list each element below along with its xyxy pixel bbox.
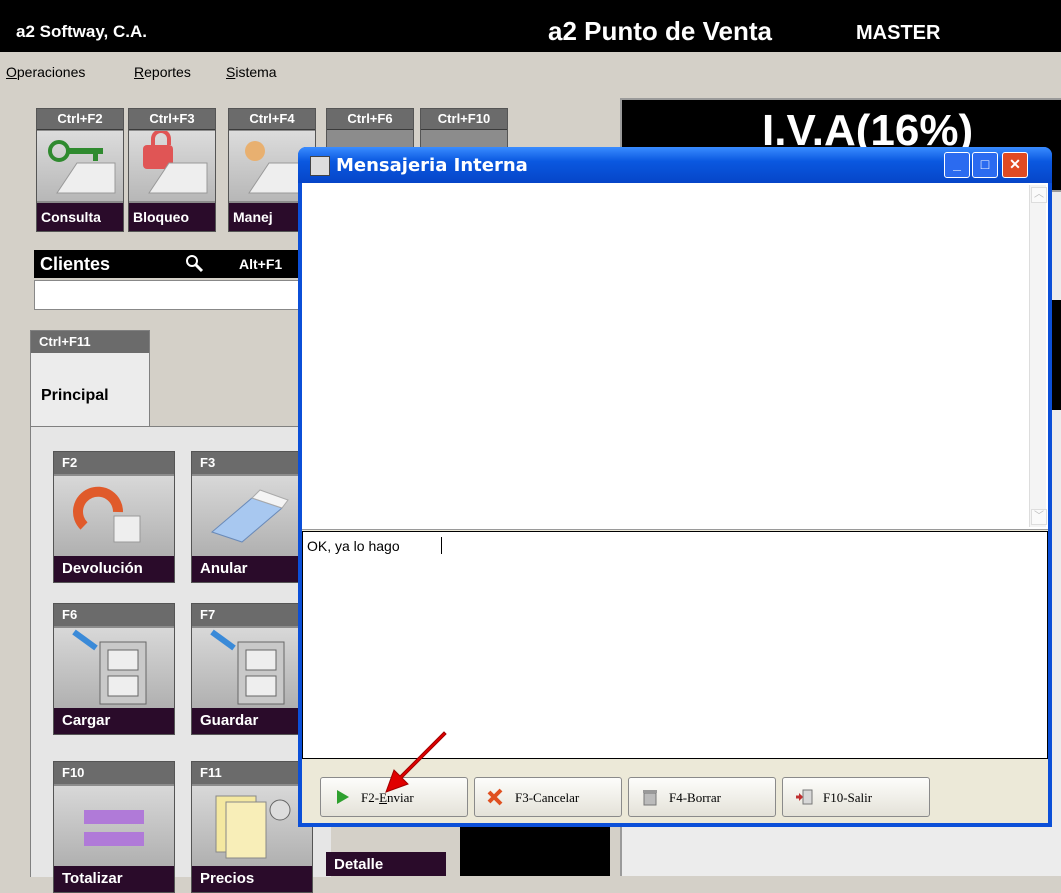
menu-sistema[interactable]: Sistema xyxy=(226,64,277,80)
menu-operaciones-label: peraciones xyxy=(16,64,86,80)
toolbar-consulta-button[interactable]: Ctrl+F2 Consulta xyxy=(36,108,124,232)
toolbar-label: Bloqueo xyxy=(129,203,215,231)
key-icon xyxy=(37,131,123,201)
message-input[interactable]: OK, ya lo hago xyxy=(302,531,1048,759)
menu-reportes[interactable]: Reportes xyxy=(134,64,191,80)
cancelar-button[interactable]: F3-Cancelar xyxy=(474,777,622,817)
text-cursor xyxy=(441,537,442,554)
equals-icon xyxy=(54,786,174,866)
dialog-title-bar[interactable]: Mensajeria Interna _ □ ✕ xyxy=(298,147,1052,183)
devolucion-button[interactable]: F2 Devolución xyxy=(53,451,175,583)
eraser-icon xyxy=(192,476,312,556)
shortcut-key: Ctrl+F6 xyxy=(327,109,413,130)
detalle-button[interactable]: Detalle xyxy=(326,852,446,876)
close-icon[interactable]: ✕ xyxy=(1002,152,1028,178)
tab-label: Principal xyxy=(41,387,109,404)
cargar-button[interactable]: F6 Cargar xyxy=(53,603,175,735)
shortcut-key: Ctrl+F4 xyxy=(229,109,315,130)
salir-button[interactable]: F10-Salir xyxy=(782,777,930,817)
mensajeria-dialog: Mensajeria Interna _ □ ✕ ︿ ﹀ OK, ya lo h… xyxy=(298,147,1052,827)
search-icon[interactable] xyxy=(184,253,204,273)
minimize-icon[interactable]: _ xyxy=(944,152,970,178)
shortcut-key: F11 xyxy=(192,762,312,784)
trash-icon xyxy=(643,790,657,806)
message-input-text: OK, ya lo hago xyxy=(307,538,400,554)
company-name: a2 Softway, C.A. xyxy=(16,22,147,41)
clientes-header: Clientes Alt+F1 xyxy=(34,250,304,278)
borrar-button[interactable]: F4-Borrar xyxy=(628,777,776,817)
clientes-label: Clientes xyxy=(40,254,111,274)
function-panel: F2 Devolución F3 Anular F6 Cargar F7 Gua… xyxy=(30,426,331,893)
toolbar-bloqueo-button[interactable]: Ctrl+F3 Bloqueo xyxy=(128,108,216,232)
menu-reportes-label: eportes xyxy=(144,64,191,80)
function-label: Cargar xyxy=(54,708,174,734)
guardar-button[interactable]: F7 Guardar xyxy=(191,603,313,735)
message-history[interactable] xyxy=(302,183,1048,530)
tab-principal[interactable]: Ctrl+F11 Principal xyxy=(30,330,150,427)
precios-button[interactable]: F11 Precios xyxy=(191,761,313,893)
exit-icon xyxy=(796,789,813,805)
play-icon xyxy=(337,790,349,804)
menu-bar: Operaciones Reportes Sistema xyxy=(0,60,1061,88)
scroll-down-icon[interactable]: ﹀ xyxy=(1031,509,1047,525)
cabinet-load-icon xyxy=(54,628,174,708)
function-label: Precios xyxy=(192,866,312,892)
clientes-input[interactable] xyxy=(34,280,302,310)
menu-operaciones[interactable]: Operaciones xyxy=(6,64,85,80)
shortcut-key: Ctrl+F2 xyxy=(37,109,123,130)
menu-sistema-label: istema xyxy=(235,64,277,80)
message-scrollbar[interactable]: ︿ ﹀ xyxy=(1029,185,1047,527)
cancelar-label: F3-Cancelar xyxy=(515,790,580,805)
shortcut-key: F2 xyxy=(54,452,174,474)
logo xyxy=(460,820,610,876)
function-label: Anular xyxy=(192,556,312,582)
shortcut-key: Ctrl+F10 xyxy=(421,109,507,130)
lock-icon xyxy=(129,129,215,201)
function-label: Detalle xyxy=(334,856,384,873)
maximize-icon[interactable]: □ xyxy=(972,152,998,178)
cabinet-save-icon xyxy=(192,628,312,708)
return-icon xyxy=(54,476,174,556)
annotation-arrow xyxy=(385,731,447,793)
app-user: MASTER xyxy=(856,22,941,44)
clientes-shortcut: Alt+F1 xyxy=(239,256,283,272)
shortcut-key: F10 xyxy=(54,762,174,784)
shortcut-key: F7 xyxy=(192,604,312,626)
toolbar-label: Consulta xyxy=(37,203,123,231)
shortcut-key: Ctrl+F3 xyxy=(129,109,215,130)
price-list-icon xyxy=(192,786,312,866)
salir-label: F10-Salir xyxy=(823,790,873,805)
function-label: Totalizar xyxy=(54,866,174,892)
app-icon xyxy=(310,156,330,176)
tab-shortcut: Ctrl+F11 xyxy=(31,331,149,353)
shortcut-key: F3 xyxy=(192,452,312,474)
app-title: a2 Punto de Venta xyxy=(548,16,772,46)
shortcut-key: F6 xyxy=(54,604,174,626)
dialog-title: Mensajeria Interna xyxy=(336,155,528,176)
borrar-label: F4-Borrar xyxy=(669,790,721,805)
function-label: Guardar xyxy=(192,708,312,734)
anular-button[interactable]: F3 Anular xyxy=(191,451,313,583)
scroll-up-icon[interactable]: ︿ xyxy=(1031,187,1047,203)
x-icon xyxy=(487,788,503,806)
totalizar-button[interactable]: F10 Totalizar xyxy=(53,761,175,893)
function-label: Devolución xyxy=(54,556,174,582)
